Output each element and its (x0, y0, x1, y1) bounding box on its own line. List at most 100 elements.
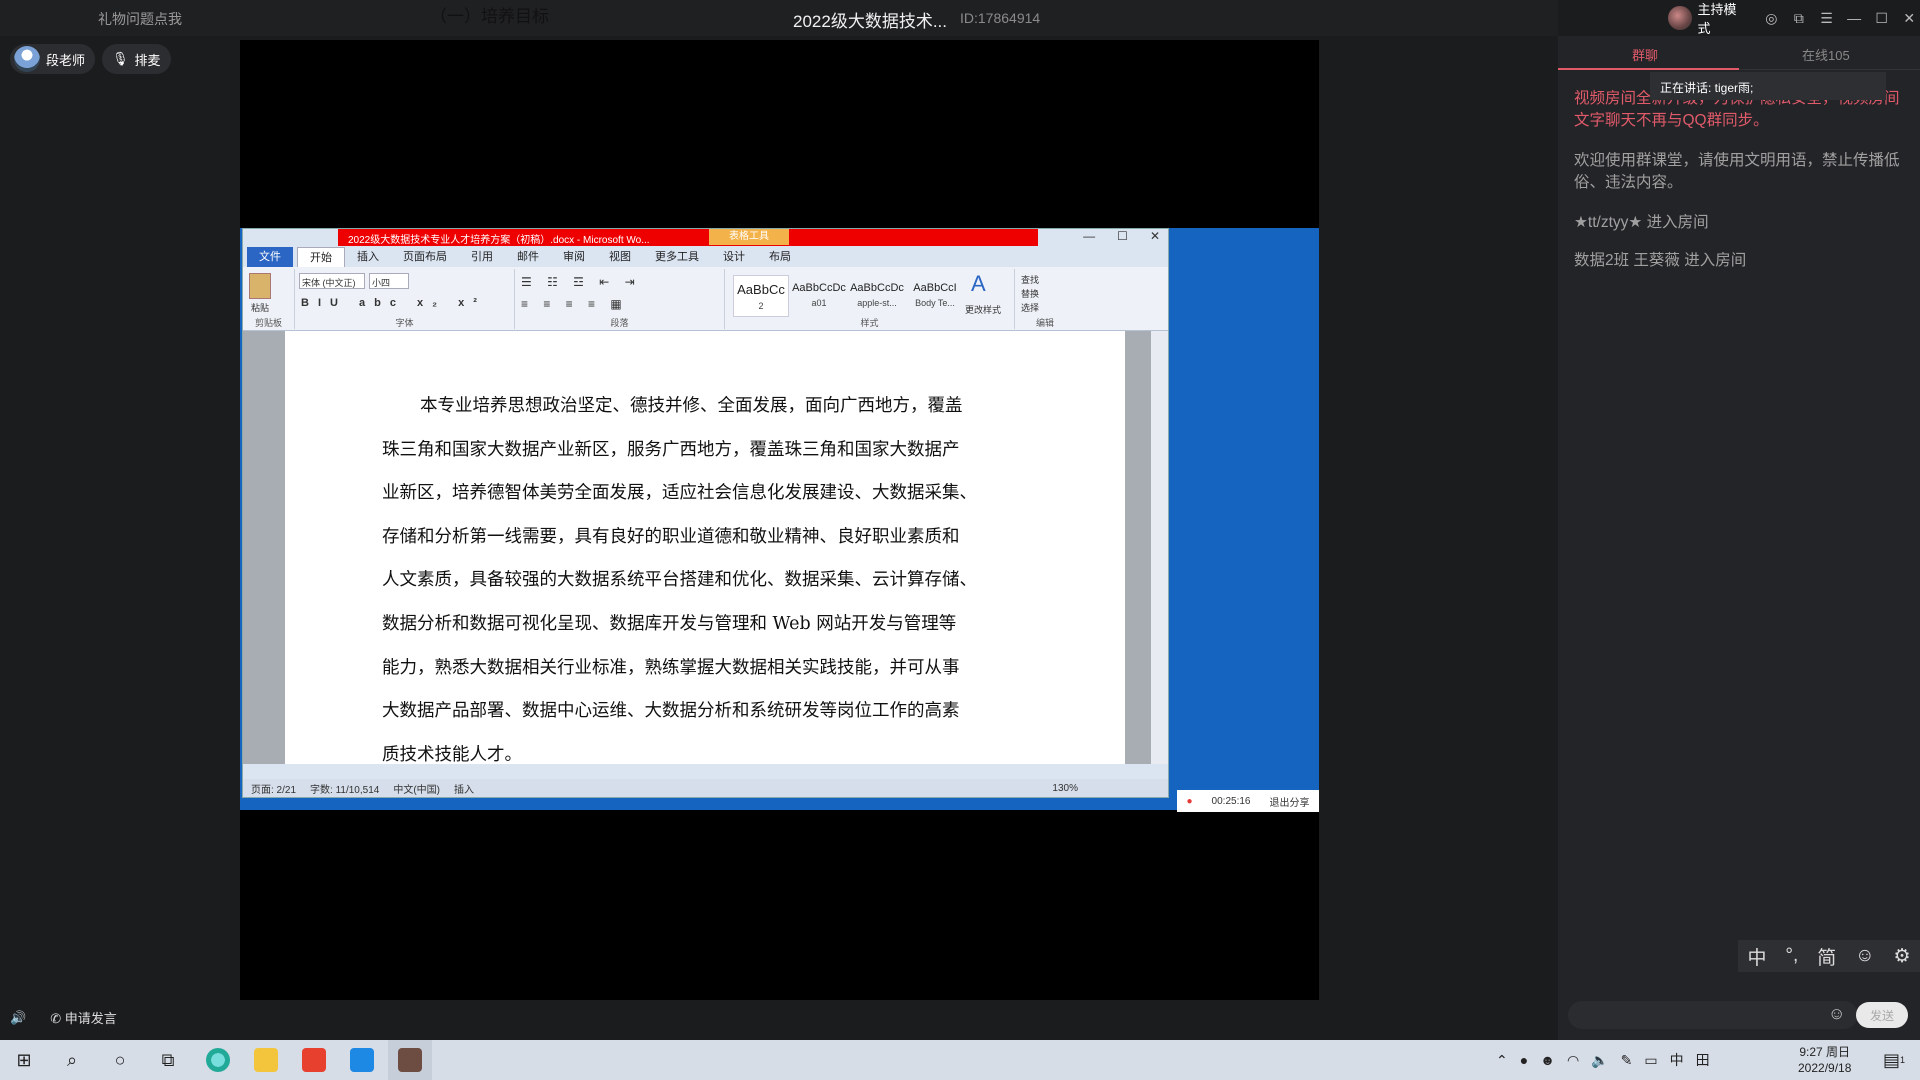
qq-tray-icon[interactable]: ☻ (1540, 1052, 1555, 1068)
font-size-select[interactable]: 小四 (369, 273, 409, 289)
body-line: 质技术技能人才。 (382, 744, 522, 765)
ime-chinese-toggle[interactable]: 中 (1747, 943, 1766, 970)
change-styles-icon[interactable]: A (971, 271, 986, 297)
align-buttons[interactable]: ≡ ≡ ≡ ≡ ▦ (521, 297, 628, 311)
tab-insert[interactable]: 插入 (345, 247, 391, 267)
notification-icon[interactable]: ▤ 1 (1872, 1040, 1916, 1080)
ime-toolbar: 中 °, 简 ☺ ⚙ (1738, 940, 1920, 972)
menu-icon[interactable]: ☰ (1816, 7, 1838, 29)
tab-review[interactable]: 审阅 (551, 247, 597, 267)
start-icon[interactable]: ⊞ (2, 1040, 46, 1080)
exit-share-button[interactable]: 退出分享 (1269, 794, 1309, 809)
ime-settings-icon[interactable]: ⚙ (1893, 945, 1910, 968)
meeting-app-icon[interactable] (340, 1040, 384, 1080)
insert-mode[interactable]: 插入 (454, 781, 474, 796)
close-icon[interactable]: ✕ (1898, 7, 1920, 29)
window-controls: 主持模式 ◎ ⧉ ☰ — ☐ ✕ (1668, 0, 1920, 36)
vertical-scrollbar[interactable] (1151, 331, 1168, 764)
ime-emoji-icon[interactable]: ☺ (1855, 945, 1874, 967)
body-line: 人文素质，具备较强的大数据系统平台搭建和优化、数据采集、云计算存储、 (382, 570, 977, 591)
style-body-text[interactable]: AaBbCcI Body Te... (907, 275, 963, 317)
paste-label[interactable]: 粘贴 (251, 301, 269, 314)
styles-group-label: 样式 (860, 318, 879, 328)
style-2[interactable]: AaBbCc 2 (733, 275, 789, 317)
maximize-icon[interactable]: ☐ (1871, 7, 1893, 29)
format-buttons[interactable]: BIU abc x₂ x² (301, 297, 486, 309)
word-close-icon[interactable]: ✕ (1150, 229, 1160, 243)
minimize-icon[interactable]: — (1843, 7, 1865, 29)
table-tools-label: 表格工具 (709, 229, 789, 245)
tab-more-tools[interactable]: 更多工具 (643, 247, 711, 267)
list-buttons[interactable]: ☰ ☷ ☲ ⇤ ⇥ (521, 275, 641, 289)
tab-references[interactable]: 引用 (459, 247, 505, 267)
language-status[interactable]: 中文(中国) (393, 781, 440, 796)
pen-icon[interactable]: ✎ (1621, 1052, 1633, 1069)
input-language[interactable]: 中 (1670, 1050, 1684, 1070)
popout-icon[interactable]: ⧉ (1788, 7, 1810, 29)
panel-tabs (1558, 36, 1920, 70)
find-button[interactable]: 查找 (1021, 273, 1039, 286)
zoom-level[interactable]: 130% (1052, 783, 1078, 794)
tab-page-layout[interactable]: 页面布局 (391, 247, 459, 267)
ribbon: 粘贴 剪贴板 宋体 (中文正) 小四 BIU abc x₂ x² 字体 ☰ ☷ … (243, 267, 1168, 331)
tab-design[interactable]: 设计 (711, 247, 757, 267)
word-maximize-icon[interactable]: ☐ (1117, 229, 1128, 243)
chat-input[interactable] (1568, 1001, 1858, 1029)
keyboard-icon[interactable]: ▭ (1644, 1052, 1657, 1069)
file-explorer-icon[interactable] (244, 1040, 288, 1080)
clipboard-group: 粘贴 剪贴板 (243, 269, 295, 329)
wifi-icon[interactable]: ◠ (1567, 1052, 1579, 1069)
page-count[interactable]: 页面: 2/21 (251, 781, 296, 796)
taskbar: ⊞ ⌕ ○ ⧉ ⌃ ● ☻ ◠ 🔈 ✎ ▭ 中 田 9:27 周日 2022/9… (0, 1040, 1920, 1080)
tray-expand-icon[interactable]: ⌃ (1496, 1052, 1508, 1069)
paste-icon[interactable] (249, 273, 271, 299)
host-mode-label[interactable]: 主持模式 (1698, 0, 1749, 37)
send-button[interactable]: 发送 (1856, 1002, 1908, 1028)
tab-mailings[interactable]: 邮件 (505, 247, 551, 267)
settings-circle-icon[interactable]: ◎ (1761, 7, 1783, 29)
tab-home[interactable]: 开始 (297, 247, 345, 267)
word-count[interactable]: 字数: 11/10,514 (310, 781, 379, 796)
tab-file[interactable]: 文件 (247, 247, 293, 267)
word-minimize-icon[interactable]: — (1083, 229, 1095, 243)
tray-app-icon[interactable]: ● (1520, 1052, 1528, 1068)
tab-group-chat[interactable]: 群聊 (1632, 45, 1658, 64)
style-a01[interactable]: AaBbCcDc a01 (791, 275, 847, 317)
browser-app-icon[interactable] (196, 1040, 240, 1080)
volume-icon[interactable]: 🔈 (1591, 1052, 1608, 1069)
share-timer: 00:25:16 (1211, 795, 1251, 807)
replace-button[interactable]: 替换 (1021, 287, 1039, 300)
ime-punctuation-toggle[interactable]: °, (1785, 945, 1798, 967)
speaker-icon[interactable]: 🔊 (10, 1010, 26, 1026)
tab-layout[interactable]: 布局 (757, 247, 803, 267)
chat-message: ★tt/ztyy★ 进入房间 (1574, 214, 1709, 231)
system-tray: ⌃ ● ☻ ◠ 🔈 ✎ ▭ 中 田 (1496, 1040, 1710, 1080)
tab-online[interactable]: 在线105 (1802, 45, 1850, 64)
apply-speak-button[interactable]: ✆ 申请发言 (50, 1008, 117, 1027)
clock[interactable]: 9:27 周日 2022/9/18 (1798, 1044, 1851, 1076)
body-line: 珠三角和国家大数据产业新区，服务广西地方，覆盖珠三角和国家大数据产 (382, 439, 960, 460)
room-title: 2022级大数据技术... (793, 12, 947, 31)
cortana-icon[interactable]: ○ (98, 1040, 142, 1080)
teacher-name: 段老师 (46, 52, 86, 68)
active-tab-indicator (1558, 68, 1739, 70)
ime-simplified-toggle[interactable]: 简 (1817, 943, 1836, 970)
clock-time: 9:27 周日 (1799, 1045, 1851, 1059)
emoji-icon[interactable]: ☺ (1828, 1004, 1845, 1024)
rank-mic-button[interactable]: 🎙 排麦 (102, 44, 171, 74)
classroom-app-icon[interactable] (388, 1040, 432, 1080)
teacher-chip[interactable]: 段老师 (10, 44, 96, 74)
body-line: 大数据产品部署、数据中心运维、大数据分析和系统研发等岗位工作的高素 (382, 701, 960, 722)
style-apple[interactable]: AaBbCcDc apple-st... (849, 275, 905, 317)
select-button[interactable]: 选择 (1021, 301, 1039, 314)
task-view-icon[interactable]: ⧉ (146, 1040, 190, 1080)
search-icon[interactable]: ⌕ (50, 1040, 94, 1080)
font-name-select[interactable]: 宋体 (中文正) (299, 273, 365, 289)
tab-view[interactable]: 视图 (597, 247, 643, 267)
document-title: 2022级大数据技术专业人才培养方案（初稿）.docx - Microsoft … (348, 235, 650, 246)
wps-app-icon[interactable] (292, 1040, 336, 1080)
gift-help-link[interactable]: 礼物问题点我 (98, 9, 182, 29)
ime-mode-icon[interactable]: 田 (1696, 1050, 1710, 1070)
host-avatar[interactable] (1668, 6, 1692, 30)
change-styles-label[interactable]: 更改样式 (965, 303, 1001, 316)
